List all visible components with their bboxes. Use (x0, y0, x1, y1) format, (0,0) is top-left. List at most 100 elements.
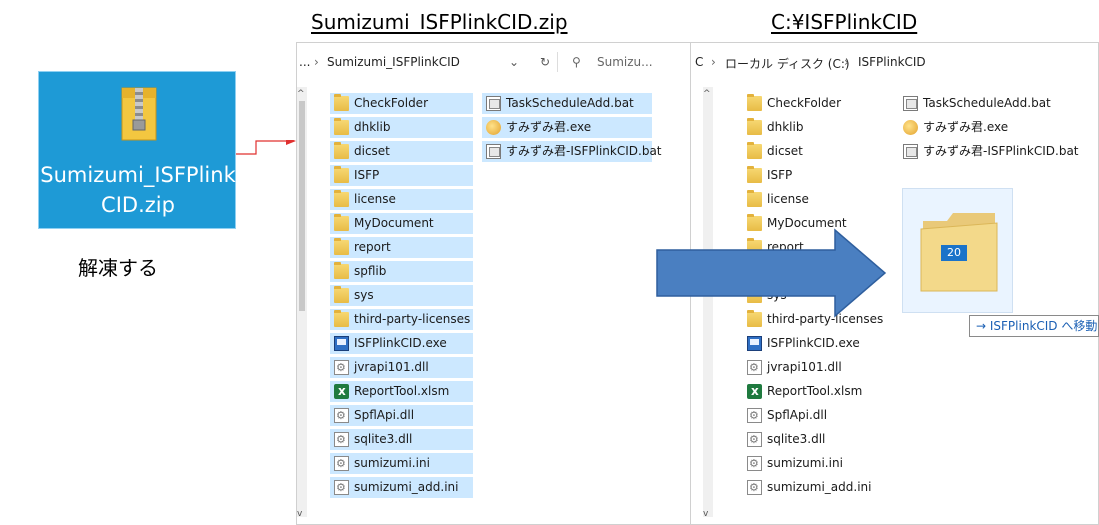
file-name: ISFP (767, 168, 793, 182)
file-list-item[interactable]: TaskScheduleAdd.bat (482, 93, 652, 114)
file-name: ISFPlinkCID.exe (767, 336, 860, 350)
settings-file-icon (747, 477, 762, 498)
destination-address-bar[interactable]: C › ローカル ディスク (C:) › ISFPlinkCID (691, 43, 1098, 81)
destination-caption: C:¥ISFPlinkCID (771, 10, 918, 34)
folder-icon (334, 238, 349, 255)
folder-icon (334, 310, 349, 327)
address-dropdown-icon[interactable]: ⌄ (509, 55, 519, 69)
file-list-item[interactable]: すみずみ君-ISFPlinkCID.bat (899, 141, 1098, 162)
file-list-item[interactable]: spflib (330, 261, 473, 282)
application-icon (747, 336, 762, 351)
file-list-item[interactable]: sumizumi.ini (743, 453, 893, 474)
file-list-item[interactable]: sumizumi_add.ini (330, 477, 473, 498)
file-name: すみずみ君.exe (923, 120, 1009, 134)
file-name: report (354, 240, 391, 254)
file-list-item[interactable]: SpflApi.dll (743, 405, 893, 426)
file-name: CheckFolder (767, 96, 841, 110)
folder-icon (747, 94, 762, 111)
batch-file-icon (486, 96, 501, 111)
file-list-item[interactable]: SpflApi.dll (330, 405, 473, 426)
file-name: sqlite3.dll (767, 432, 826, 446)
folder-icon (747, 142, 762, 159)
file-name: third-party-licenses (354, 312, 471, 326)
file-list-item[interactable]: sys (330, 285, 473, 306)
scroll-down-icon[interactable]: v (297, 509, 302, 519)
file-list-item[interactable]: jvrapi101.dll (330, 357, 473, 378)
file-list-item[interactable]: ISFPlinkCID.exe (743, 333, 893, 354)
settings-file-icon (334, 453, 349, 474)
batch-file-icon (903, 144, 918, 159)
file-list-item[interactable]: すみずみ君.exe (482, 117, 652, 138)
search-icon: ⚲ (572, 55, 581, 69)
scroll-down-icon[interactable]: v (703, 509, 708, 519)
file-list-item[interactable]: すみずみ君-ISFPlinkCID.bat (482, 141, 662, 162)
file-name: license (767, 192, 809, 206)
zip-archive-icon (121, 87, 157, 141)
excel-icon (747, 381, 762, 402)
folder-icon (334, 142, 349, 159)
item-count-badge: 20 (941, 245, 967, 261)
file-name: sqlite3.dll (354, 432, 413, 446)
zip-file-tile[interactable]: Sumizumi_ISFPlink CID.zip (38, 71, 236, 229)
file-list-item[interactable]: license (330, 189, 473, 210)
file-list-item[interactable]: CheckFolder (330, 93, 473, 114)
move-tooltip: → ISFPlinkCID へ移動 (969, 315, 1099, 337)
file-list-item[interactable]: ReportTool.xlsm (330, 381, 473, 402)
file-name: ReportTool.xlsm (767, 384, 863, 398)
folder-icon (334, 118, 349, 135)
file-name: dicset (767, 144, 803, 158)
file-name: TaskScheduleAdd.bat (923, 96, 1051, 110)
file-list-item[interactable]: report (330, 237, 473, 258)
file-list-item[interactable]: CheckFolder (743, 93, 893, 114)
file-name: sumizumi.ini (354, 456, 430, 470)
file-list-item[interactable]: MyDocument (330, 213, 473, 234)
file-list-item[interactable]: ISFP (743, 165, 893, 186)
settings-file-icon (747, 453, 762, 474)
file-list-item[interactable]: dicset (743, 141, 893, 162)
file-name: sys (354, 288, 374, 302)
batch-file-icon (903, 96, 918, 111)
folder-icon (334, 190, 349, 207)
zip-address-bar[interactable]: ... › Sumizumi_ISFPlinkCID ⌄ ↻ ⚲ Sumizu.… (297, 43, 699, 81)
settings-file-icon (334, 429, 349, 450)
file-name: sumizumi_add.ini (354, 480, 459, 494)
file-list-item[interactable]: dhklib (330, 117, 473, 138)
file-list-item[interactable]: sumizumi.ini (330, 453, 473, 474)
folder-icon (747, 118, 762, 135)
file-list-item[interactable]: dhklib (743, 117, 893, 138)
file-list-item[interactable]: sqlite3.dll (330, 429, 473, 450)
file-list-item[interactable]: すみずみ君.exe (899, 117, 1098, 138)
folder-icon (747, 166, 762, 183)
file-list-item[interactable]: dicset (330, 141, 473, 162)
file-list-item[interactable]: sqlite3.dll (743, 429, 893, 450)
file-name: dhklib (354, 120, 391, 134)
file-list-item[interactable]: license (743, 189, 893, 210)
folder-icon (334, 214, 349, 231)
file-name: CheckFolder (354, 96, 428, 110)
settings-file-icon (334, 477, 349, 498)
file-name: すみずみ君.exe (506, 120, 592, 134)
file-list-item[interactable]: third-party-licenses (330, 309, 473, 330)
file-name: ISFP (354, 168, 380, 182)
folder-icon (747, 190, 762, 207)
application-icon (903, 120, 918, 135)
file-list-item[interactable]: sumizumi_add.ini (743, 477, 893, 498)
move-direction-arrow (656, 228, 887, 318)
file-list-item[interactable]: ReportTool.xlsm (743, 381, 893, 402)
file-list-item[interactable]: ISFPlinkCID.exe (330, 333, 473, 354)
application-icon (334, 336, 349, 351)
refresh-icon[interactable]: ↻ (540, 55, 550, 69)
scroll-up-icon[interactable]: ^ (703, 89, 711, 99)
left-scrollbar-thumb[interactable] (299, 101, 305, 311)
file-list-item[interactable]: TaskScheduleAdd.bat (899, 93, 1098, 114)
file-name: sumizumi.ini (767, 456, 843, 470)
file-name: すみずみ君-ISFPlinkCID.bat (923, 144, 1079, 158)
settings-file-icon (747, 405, 762, 426)
file-name: TaskScheduleAdd.bat (506, 96, 634, 110)
file-list-item[interactable]: jvrapi101.dll (743, 357, 893, 378)
scroll-up-icon[interactable]: ^ (297, 89, 305, 99)
folder-icon (334, 286, 349, 303)
file-name: SpflApi.dll (354, 408, 415, 422)
file-list-item[interactable]: ISFP (330, 165, 473, 186)
search-input[interactable]: Sumizu... (597, 55, 653, 69)
